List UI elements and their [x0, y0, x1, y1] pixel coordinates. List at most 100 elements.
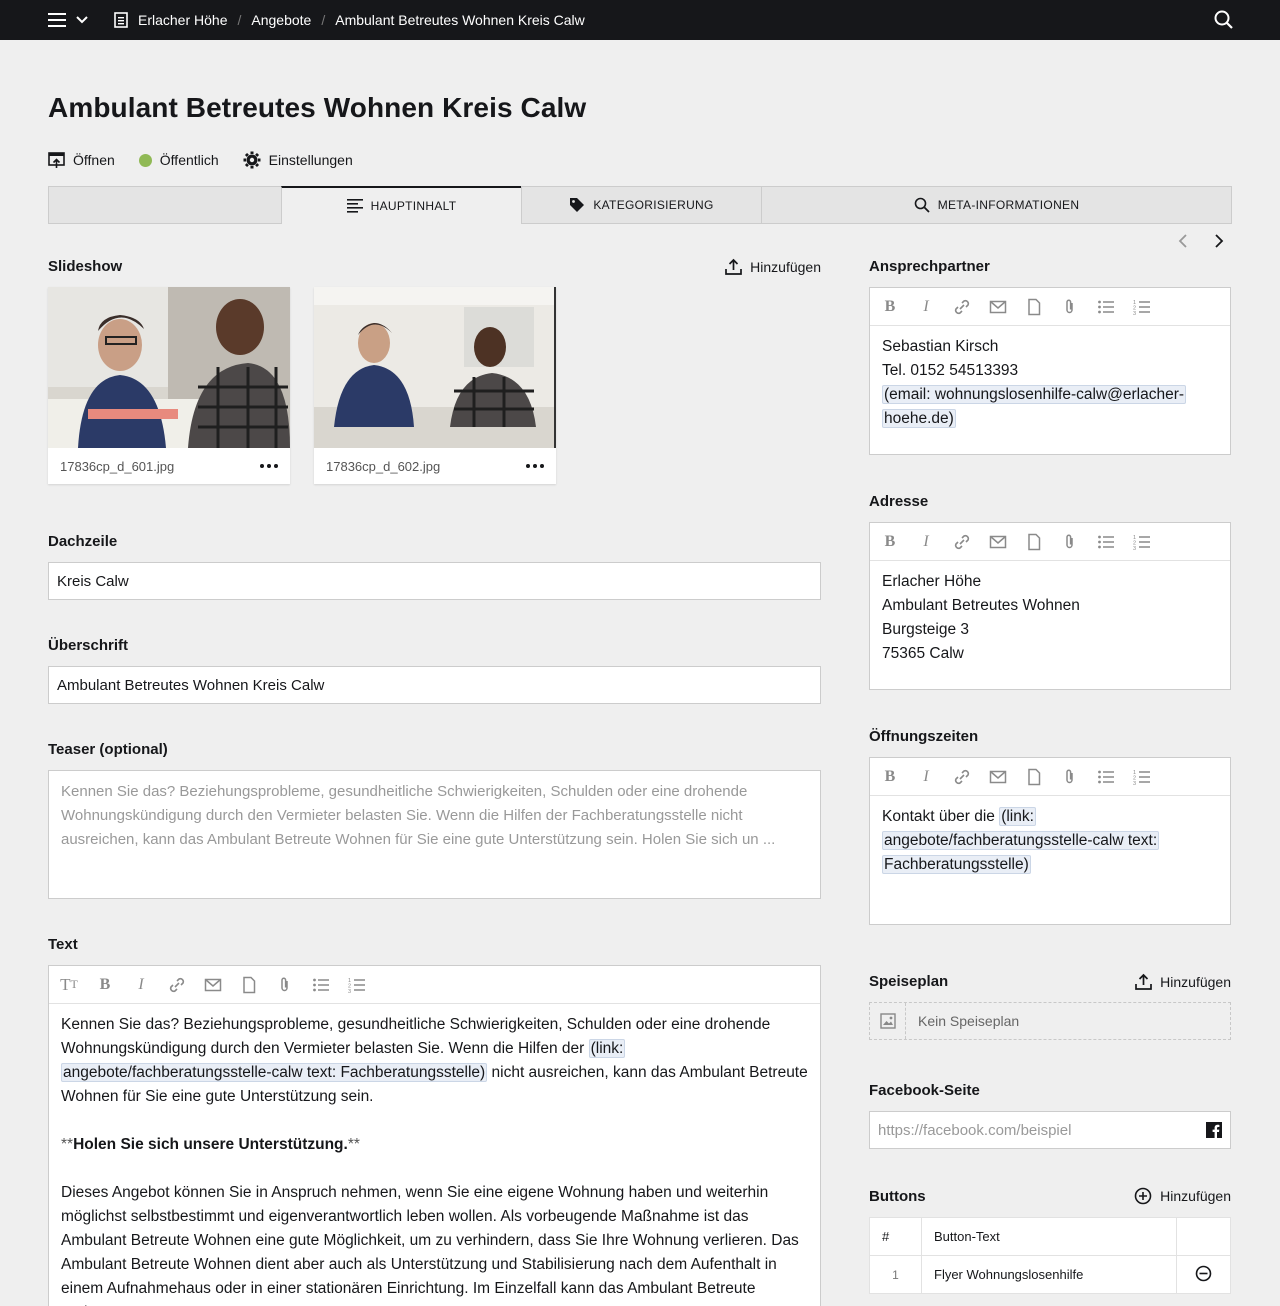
search-icon — [914, 197, 930, 213]
menu-button[interactable] — [48, 13, 88, 27]
open-button[interactable]: Öffnen — [48, 151, 115, 169]
breadcrumb-item-angebote[interactable]: Angebote — [251, 12, 311, 28]
link-icon[interactable] — [167, 975, 187, 995]
facebook-label: Facebook-Seite — [869, 1082, 980, 1099]
gear-icon — [243, 151, 261, 169]
facebook-input[interactable]: https://facebook.com/beispiel — [869, 1111, 1231, 1149]
bold-icon[interactable]: B — [880, 532, 900, 552]
search-button[interactable] — [1214, 10, 1234, 35]
link-icon[interactable] — [952, 297, 972, 317]
hamburger-icon — [48, 13, 66, 27]
row-button-text[interactable]: Flyer Wohnungslosenhilfe — [921, 1255, 1177, 1294]
link-icon[interactable] — [952, 767, 972, 787]
numbered-list-icon[interactable]: 123 — [347, 975, 367, 995]
heading-icon[interactable]: TT — [59, 975, 79, 995]
image-card[interactable]: 17836cp_d_602.jpg — [314, 287, 556, 484]
tab-label: KATEGORISIERUNG — [593, 198, 714, 212]
status-button[interactable]: Öffentlich — [138, 152, 219, 168]
italic-icon[interactable]: I — [916, 297, 936, 317]
italic-icon[interactable]: I — [916, 767, 936, 787]
address-line: 75365 Calw — [882, 645, 964, 662]
file-icon[interactable] — [239, 975, 259, 995]
oeffnungszeiten-content[interactable]: Kontakt über die (link: angebote/fachber… — [870, 796, 1230, 886]
italic-icon[interactable]: I — [916, 532, 936, 552]
plus-circle-icon — [1134, 1187, 1152, 1205]
email-icon[interactable] — [988, 532, 1008, 552]
numbered-list-icon[interactable]: 123 — [1132, 297, 1152, 317]
bulleted-list-icon[interactable] — [311, 975, 331, 995]
upload-icon — [725, 258, 743, 275]
more-options-icon[interactable] — [260, 464, 278, 468]
bulleted-list-icon[interactable] — [1096, 532, 1116, 552]
settings-button[interactable]: Einstellungen — [243, 151, 353, 169]
tab-hauptinhalt[interactable]: HAUPTINHALT — [281, 186, 521, 224]
facebook-field: Facebook-Seite https://facebook.com/beis… — [869, 1082, 1231, 1149]
adresse-editor[interactable]: B I 123 Erlacher Höhe Ambulant Betreutes… — [869, 522, 1231, 690]
ueberschrift-input[interactable]: Ambulant Betreutes Wohnen Kreis Calw — [48, 666, 821, 704]
ansprechpartner-editor[interactable]: B I 123 Sebastian Kirsch Tel. 0152 54513… — [869, 287, 1231, 455]
breadcrumb-item-site[interactable]: Erlacher Höhe — [138, 12, 228, 28]
link-icon[interactable] — [952, 532, 972, 552]
table-row[interactable]: 1 Flyer Wohnungslosenhilfe — [869, 1255, 1231, 1294]
teaser-textarea[interactable]: Kennen Sie das? Beziehungsprobleme, gesu… — [48, 770, 821, 899]
tab-meta-informationen[interactable]: META-INFORMATIONEN — [761, 187, 1231, 223]
buttons-add-button[interactable]: Hinzufügen — [1134, 1187, 1231, 1205]
image-thumbnail[interactable] — [314, 287, 556, 448]
attachment-icon[interactable] — [1060, 767, 1080, 787]
tab-kategorisierung[interactable]: KATEGORISIERUNG — [521, 187, 761, 223]
teaser-label: Teaser (optional) — [48, 741, 168, 758]
content-columns: Slideshow Hinzufügen 17836cp_d_601.jpg 1… — [48, 224, 1232, 1306]
editor-toolbar: B I 123 — [870, 758, 1230, 796]
slideshow-add-button[interactable]: Hinzufügen — [725, 258, 821, 275]
chevron-right-icon[interactable] — [1214, 234, 1224, 248]
file-icon[interactable] — [1024, 767, 1044, 787]
email-icon[interactable] — [203, 975, 223, 995]
contact-name: Sebastian Kirsch — [882, 338, 999, 355]
attachment-icon[interactable] — [1060, 532, 1080, 552]
image-thumbnail[interactable] — [48, 287, 290, 448]
email-icon[interactable] — [988, 297, 1008, 317]
main-column: Slideshow Hinzufügen 17836cp_d_601.jpg 1… — [48, 224, 821, 1306]
svg-text:3: 3 — [1133, 781, 1136, 787]
text-editor-content[interactable]: Kennen Sie das? Beziehungsprobleme, gesu… — [49, 1004, 820, 1306]
breadcrumb-item-current[interactable]: Ambulant Betreutes Wohnen Kreis Calw — [335, 12, 585, 28]
bold-icon[interactable]: B — [95, 975, 115, 995]
italic-icon[interactable]: I — [131, 975, 151, 995]
image-card[interactable]: 17836cp_d_601.jpg — [48, 287, 290, 484]
bulleted-list-icon[interactable] — [1096, 297, 1116, 317]
file-icon[interactable] — [1024, 532, 1044, 552]
adresse-field: Adresse B I 123 Erlacher Höhe Ambulant B… — [869, 493, 1231, 690]
bulleted-list-icon[interactable] — [1096, 767, 1116, 787]
email-icon[interactable] — [988, 767, 1008, 787]
attachment-icon[interactable] — [1060, 297, 1080, 317]
adresse-content[interactable]: Erlacher Höhe Ambulant Betreutes Wohnen … — [870, 561, 1230, 675]
numbered-list-icon[interactable]: 123 — [1132, 532, 1152, 552]
email-tag: hoehe.de) — [882, 409, 956, 428]
bold-icon[interactable]: B — [880, 297, 900, 317]
text-span: Kontakt über die — [882, 808, 1000, 825]
address-line: Burgsteige 3 — [882, 621, 970, 638]
remove-circle-icon[interactable] — [1195, 1265, 1212, 1282]
speiseplan-field: Speiseplan Hinzufügen Kein Speiseplan — [869, 973, 1231, 1040]
ansprechpartner-label: Ansprechpartner — [869, 258, 990, 275]
contact-phone: Tel. 0152 54513393 — [882, 362, 1019, 379]
chevron-left-icon[interactable] — [1178, 234, 1188, 248]
speiseplan-label: Speiseplan — [869, 973, 949, 990]
speiseplan-add-button[interactable]: Hinzufügen — [1135, 973, 1231, 990]
settings-label: Einstellungen — [268, 152, 353, 168]
markdown-mark: ** — [61, 1136, 74, 1153]
adresse-label: Adresse — [869, 493, 929, 510]
speiseplan-empty[interactable]: Kein Speiseplan — [869, 1002, 1231, 1040]
oeffnungszeiten-editor[interactable]: B I 123 Kontakt über die (link: angebote… — [869, 757, 1231, 925]
dachzeile-input[interactable]: Kreis Calw — [48, 562, 821, 600]
file-icon[interactable] — [1024, 297, 1044, 317]
bold-icon[interactable]: B — [880, 767, 900, 787]
more-options-icon[interactable] — [526, 464, 544, 468]
ansprechpartner-content[interactable]: Sebastian Kirsch Tel. 0152 54513393 (ema… — [870, 326, 1230, 440]
text-editor[interactable]: TT B I 123 Kennen Sie das? Beziehungspro… — [48, 965, 821, 1306]
attachment-icon[interactable] — [275, 975, 295, 995]
markdown-mark: ** — [347, 1136, 360, 1153]
search-icon — [1214, 10, 1233, 29]
ueberschrift-field: Überschrift Ambulant Betreutes Wohnen Kr… — [48, 637, 821, 704]
numbered-list-icon[interactable]: 123 — [1132, 767, 1152, 787]
